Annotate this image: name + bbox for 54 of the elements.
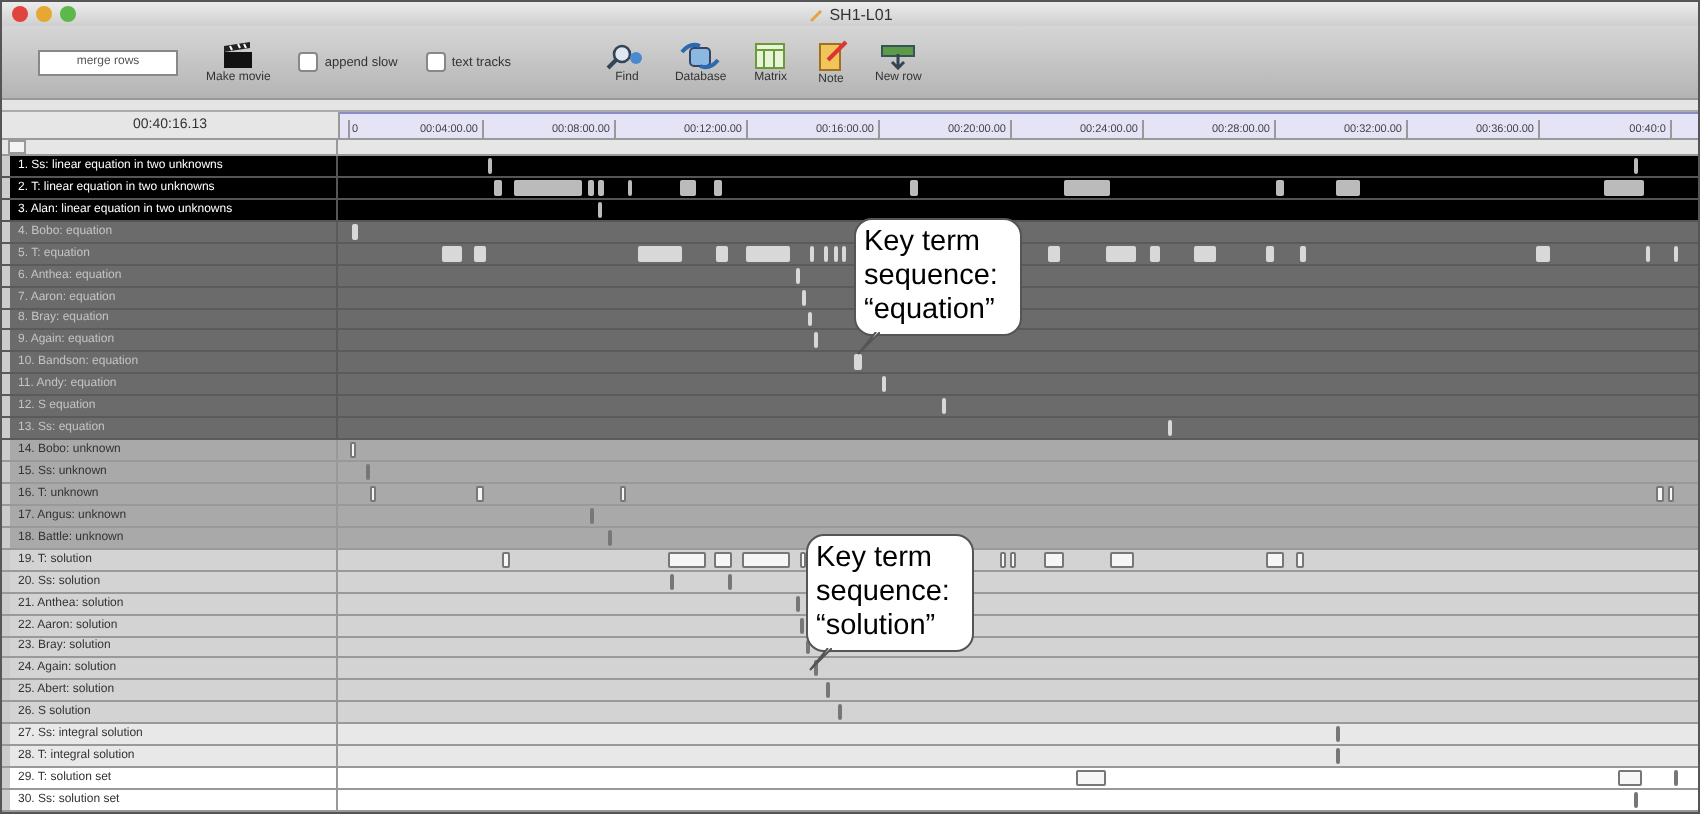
event-marker[interactable] (1063, 179, 1110, 196)
event-marker[interactable] (501, 551, 510, 568)
document-icon (807, 7, 824, 21)
event-marker[interactable] (1000, 551, 1007, 568)
event-marker[interactable] (597, 201, 602, 218)
event-marker[interactable] (1265, 551, 1284, 568)
callout-pointer (808, 648, 832, 672)
event-marker[interactable] (487, 158, 492, 174)
event-marker[interactable] (513, 179, 582, 196)
event-marker[interactable] (1335, 726, 1340, 743)
window-title: SH1-L01 (829, 5, 893, 23)
event-marker[interactable] (619, 486, 626, 502)
close-icon[interactable] (12, 6, 28, 22)
event-marker[interactable] (826, 682, 831, 699)
event-marker[interactable] (1634, 792, 1639, 808)
event-marker[interactable] (910, 179, 919, 196)
event-marker[interactable] (607, 529, 612, 546)
event-marker[interactable] (1075, 770, 1106, 787)
event-marker[interactable] (714, 551, 733, 568)
event-marker[interactable] (475, 486, 484, 502)
event-marker[interactable] (587, 179, 594, 196)
event-marker[interactable] (838, 704, 843, 721)
zoom-icon[interactable] (60, 6, 76, 22)
event-marker[interactable] (1674, 770, 1679, 787)
event-marker[interactable] (1618, 770, 1643, 787)
event-marker[interactable] (589, 507, 594, 524)
event-marker[interactable] (349, 442, 356, 459)
event-marker[interactable] (1295, 551, 1304, 568)
event-marker[interactable] (1668, 486, 1675, 502)
event-marker[interactable] (1335, 748, 1340, 765)
clapperboard-icon (222, 41, 255, 69)
event-marker[interactable] (1275, 179, 1284, 196)
event-marker[interactable] (714, 179, 723, 196)
event-marker[interactable] (369, 486, 376, 502)
event-marker[interactable] (1335, 179, 1360, 196)
callout-bubble: Key term sequence: “solution” (806, 534, 974, 652)
callout-bubble: Key term sequence: “equation” (854, 218, 1022, 336)
event-marker[interactable] (742, 551, 791, 568)
event-marker[interactable] (796, 595, 801, 612)
event-marker[interactable] (1109, 551, 1134, 568)
event-marker[interactable] (1010, 551, 1016, 568)
event-marker[interactable] (493, 179, 502, 196)
event-marker[interactable] (597, 179, 604, 196)
event-marker[interactable] (667, 551, 706, 568)
event-marker[interactable] (680, 179, 697, 196)
event-marker[interactable] (669, 573, 673, 590)
event-marker[interactable] (728, 573, 733, 590)
event-marker[interactable] (1043, 551, 1064, 568)
event-marker[interactable] (365, 464, 370, 480)
event-marker[interactable] (1604, 179, 1645, 196)
event-marker[interactable] (800, 617, 805, 634)
event-marker[interactable] (627, 179, 632, 196)
event-marker[interactable] (1656, 486, 1665, 502)
event-marker[interactable] (1634, 158, 1639, 174)
